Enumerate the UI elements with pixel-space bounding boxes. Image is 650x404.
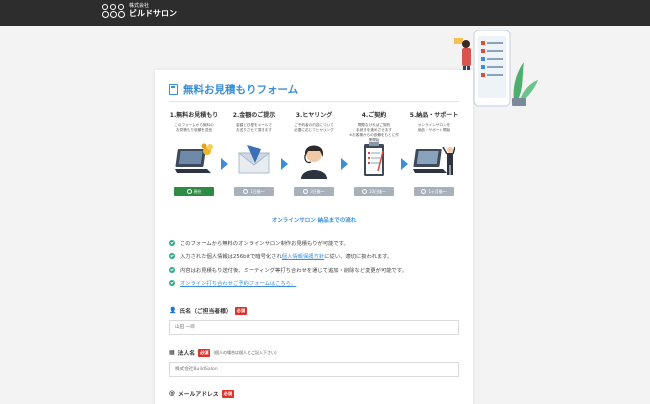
step-status-badge: 10日後〜 [354, 187, 394, 196]
top-header-bar: 株式会社 ビルドサロン [0, 0, 650, 26]
logo-mark-icon [100, 4, 127, 20]
step-1: 1.無料お見積もり このフォームから無料の お見積もり依頼を送信 現在 [169, 110, 219, 196]
step-status-badge: 1日後〜 [234, 187, 274, 196]
form-header: 無料お見積もりフォーム [169, 82, 298, 97]
step-status-badge: 1ヶ月後〜 [414, 187, 454, 196]
step-description: オンラインサロンを 納品・サポート開始 [417, 123, 451, 132]
support-operator-icon [301, 145, 327, 179]
note-item: このフォームから無料のオンラインサロン制作お見積もりが可能です。 [169, 236, 459, 250]
check-circle-icon [169, 253, 175, 260]
note-item: 内容はお見積もり送付後、ミーティング等打ち合わせを通じて追加・削除など変更が可能… [169, 263, 459, 277]
calculator-icon [169, 84, 178, 95]
step-description: 問題なければご契約 手続きを進めさせます ※お客様からの依頼をもとに作業開始 [349, 123, 399, 142]
required-badge: 必須 [234, 306, 248, 315]
company-field-group: ▦ 法人名 必須 (個人の場合は個人とご記入下さい) [169, 348, 459, 377]
company-hint: (個人の場合は個人とご記入下さい) [213, 349, 277, 355]
step-title: 2.金額のご提示 [232, 112, 276, 119]
check-circle-icon [169, 280, 175, 287]
envelope-icon [237, 145, 271, 174]
company-input[interactable] [169, 362, 459, 377]
privacy-policy-link[interactable]: 個人情報保護方針 [282, 254, 324, 260]
laptop-delivery-icon [413, 146, 456, 175]
at-sign-icon: @ [169, 390, 175, 397]
form-title: 無料お見積もりフォーム [183, 84, 299, 96]
note-item: オンライン打ち合わせご予約フォームはこちら。 [169, 277, 459, 291]
estimate-form-card: 無料お見積もりフォーム 1.無料お見積もり このフォームから無料の お見積もり依頼… [155, 70, 473, 404]
meeting-reservation-link[interactable]: オンライン打ち合わせご予約フォームはこちら。 [180, 279, 296, 287]
step-description: このフォームから無料の お見積もり依頼を送信 [174, 123, 214, 132]
chevron-right-icon [341, 158, 348, 170]
note-text: 入力された個人情報は256bitで暗号化され個人情報保護方針に従い、適切に扱われ… [180, 254, 393, 261]
step-status-badge: 現在 [174, 187, 214, 196]
check-circle-icon [169, 266, 175, 273]
email-label: @ メールアドレス 必須 [169, 389, 234, 398]
required-badge: 必須 [198, 348, 211, 357]
logo-company-name: ビルドサロン [129, 9, 177, 18]
building-icon: ▦ [169, 349, 175, 356]
step-title: 5.納品・サポート [409, 112, 459, 119]
email-field-group: @ メールアドレス 必須 [169, 389, 459, 398]
step-description: 金額と日程をメールで お送りさせて頂きます [236, 123, 272, 132]
note-text: このフォームから無料のオンラインサロン制作お見積もりが可能です。 [180, 240, 349, 247]
laptop-coins-icon [175, 143, 213, 173]
step-description: ご予約者の内容について 必要に応じてヒヤリング [294, 123, 334, 132]
step-2: 2.金額のご提示 金額と日程をメールで お送りさせて頂きます 1日後〜 [229, 110, 279, 196]
step-title: 1.無料お見積もり [169, 112, 219, 119]
note-item: 入力された個人情報は256bitで暗号化され個人情報保護方針に従い、適切に扱われ… [169, 250, 459, 264]
name-input[interactable] [169, 320, 459, 335]
step-4: 4.ご契約 問題なければご契約 手続きを進めさせます ※お客様からの依頼をもとに作業… [349, 110, 399, 196]
title-divider [169, 101, 459, 102]
step-title: 4.ご契約 [361, 112, 387, 119]
chevron-right-icon [401, 158, 408, 170]
step-title: 3.ヒヤリング [295, 112, 333, 119]
flow-caption: オンラインサロン 納品までの流れ [271, 218, 357, 224]
chevron-right-icon [281, 158, 288, 170]
form-notes: このフォームから無料のオンラインサロン制作お見積もりが可能です。 入力された個人… [169, 236, 459, 290]
check-circle-icon [169, 239, 175, 246]
note-text: 内容はお見積もり送付後、ミーティング等打ち合わせを通じて追加・削除など変更が可能… [180, 267, 407, 274]
person-icon: 👤 [169, 307, 177, 314]
process-steps: 1.無料お見積もり このフォームから無料の お見積もり依頼を送信 現在 2.金額の… [169, 110, 459, 210]
required-badge: 必須 [221, 389, 234, 398]
step-5: 5.納品・サポート オンラインサロンを 納品・サポート開始 1ヶ月後〜 [409, 110, 459, 196]
company-logo[interactable]: 株式会社 ビルドサロン [100, 4, 177, 20]
step-3: 3.ヒヤリング ご予約者の内容について 必要に応じてヒヤリング 3日後〜 [289, 110, 339, 196]
name-field-group: 👤 氏名（ご担当者様） 必須 [169, 306, 459, 335]
chevron-right-icon [221, 158, 228, 170]
contract-clipboard-icon [364, 142, 384, 176]
company-label: ▦ 法人名 必須 (個人の場合は個人とご記入下さい) [169, 348, 277, 357]
name-label: 👤 氏名（ご担当者様） 必須 [169, 306, 248, 315]
step-status-badge: 3日後〜 [294, 187, 334, 196]
